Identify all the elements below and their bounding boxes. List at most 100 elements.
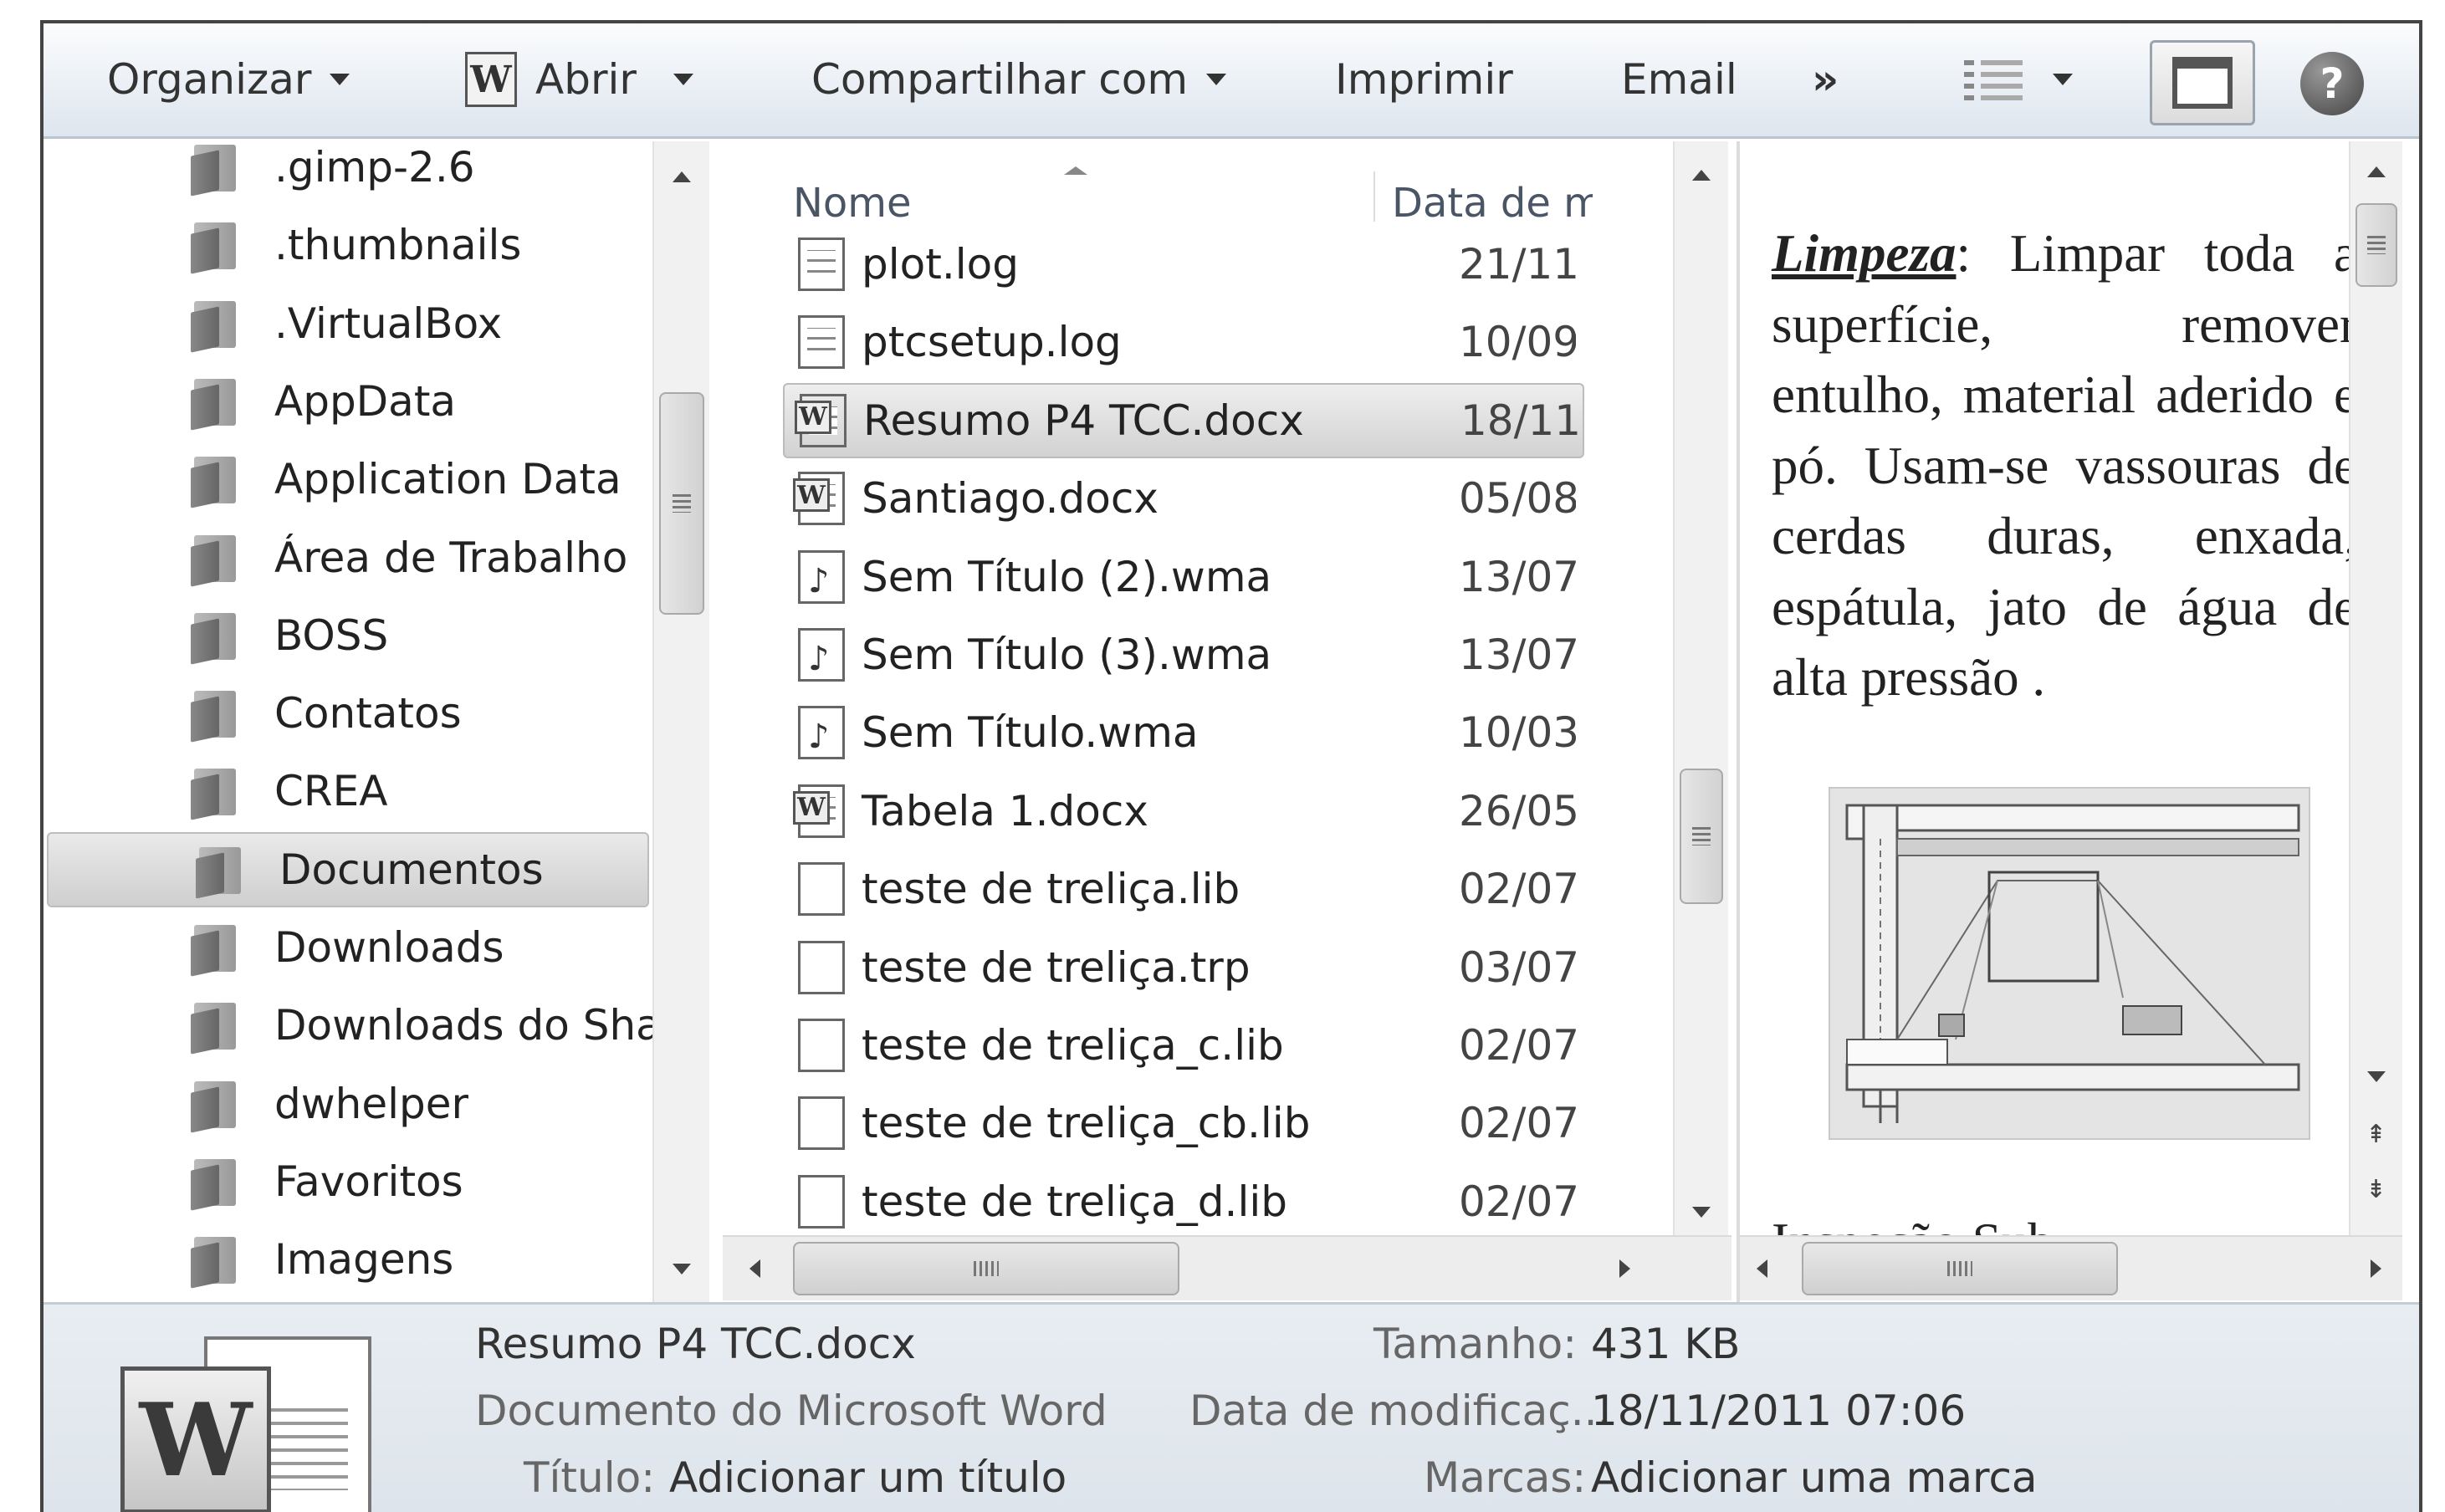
column-header-date[interactable]: Data de m — [1392, 180, 1593, 227]
nav-item[interactable]: .VirtualBox — [43, 286, 662, 361]
chevron-down-icon[interactable] — [673, 74, 693, 85]
more-commands-button[interactable]: » — [1812, 50, 1839, 109]
preview-pane-icon — [2172, 57, 2233, 109]
file-row[interactable]: teste de treliça.lib 02/07/201 — [723, 851, 1584, 927]
contacts-folder-icon — [191, 687, 241, 743]
previous-page-icon[interactable]: ⇞ — [2366, 1120, 2386, 1149]
folder-icon — [191, 298, 241, 353]
scrollbar-thumb[interactable] — [793, 1242, 1179, 1295]
nav-item-label: Imagens — [274, 1235, 454, 1285]
scroll-right-icon[interactable] — [2371, 1259, 2381, 1278]
desktop-folder-icon — [191, 532, 241, 587]
scrollbar-thumb[interactable] — [659, 392, 704, 615]
details-tags-field[interactable]: Adicionar uma marca — [1591, 1453, 2038, 1502]
change-view-button[interactable] — [1964, 50, 2073, 109]
scroll-down-icon[interactable] — [673, 1264, 691, 1274]
nav-item[interactable]: AppData — [43, 364, 662, 439]
scrollbar-thumb[interactable] — [2355, 203, 2397, 287]
file-row[interactable]: teste de treliça_c.lib 02/07/201 — [723, 1008, 1584, 1083]
file-name: Sem Título (3).wma — [862, 631, 1272, 679]
nav-item[interactable]: dwhelper — [43, 1066, 662, 1142]
file-row[interactable]: ♪ Sem Título (2).wma 13/07/201 — [723, 539, 1584, 615]
details-file-type: Documento do Microsoft Word — [475, 1387, 1107, 1435]
file-row[interactable]: teste de treliça_d.lib 02/07/201 — [723, 1164, 1584, 1239]
nav-item[interactable]: CREA — [43, 753, 662, 829]
scroll-left-icon[interactable] — [1757, 1259, 1767, 1278]
nav-item[interactable]: .gimp-2.6 — [43, 141, 662, 205]
nav-item[interactable]: .thumbnails — [43, 207, 662, 283]
open-button[interactable]: W Abrir — [465, 50, 693, 109]
file-row[interactable]: W Resumo P4 TCC.docx 18/11/201 — [783, 382, 1584, 458]
file-row[interactable]: ptcsetup.log 10/09/201 — [723, 304, 1584, 380]
nav-item-label: Downloads do Shar — [274, 1001, 662, 1050]
preview-scrollbar[interactable]: ⇞ ⇟ — [2349, 141, 2402, 1235]
file-row[interactable]: teste de treliça_cb.lib 02/07/201 — [723, 1085, 1584, 1161]
details-title-field[interactable]: Adicionar um título — [669, 1453, 1066, 1502]
folder-icon — [191, 1078, 241, 1133]
next-page-icon[interactable]: ⇟ — [2366, 1175, 2386, 1204]
nav-item[interactable]: Contatos — [43, 676, 662, 751]
file-row[interactable]: W Santiago.docx 05/08/201 — [723, 461, 1584, 536]
nav-item[interactable]: Imagens — [43, 1222, 662, 1297]
blank-file-icon — [798, 940, 845, 994]
audio-file-icon: ♪ — [798, 706, 845, 760]
folder-icon — [191, 375, 241, 431]
file-row[interactable]: plot.log 21/11/201 — [723, 227, 1584, 302]
file-row[interactable]: ♪ Sem Título.wma 10/03/201 — [723, 695, 1584, 770]
scroll-right-icon[interactable] — [1619, 1259, 1630, 1278]
details-modified-label: Data de modificaç... — [1189, 1387, 1611, 1435]
column-divider[interactable] — [1373, 171, 1375, 222]
scrollbar-thumb[interactable] — [1680, 769, 1723, 904]
file-row[interactable]: W Tabela 1.docx 26/05/201 — [723, 774, 1584, 849]
nav-item[interactable]: Área de Trabalho — [43, 520, 662, 595]
scroll-up-icon[interactable] — [1692, 170, 1711, 181]
preview-pane-toggle-button[interactable] — [2150, 40, 2255, 125]
chevron-down-icon — [330, 74, 350, 85]
file-row[interactable]: teste de treliça.trp 03/07/201 — [723, 930, 1584, 1005]
print-button[interactable]: Imprimir — [1335, 50, 1513, 109]
file-row[interactable]: ♪ Sem Título (3).wma 13/07/201 — [723, 617, 1584, 692]
file-name: teste de treliça.lib — [862, 865, 1240, 914]
scroll-left-icon[interactable] — [749, 1259, 760, 1278]
preview-horizontal-scrollbar[interactable] — [1740, 1235, 2402, 1300]
blank-file-icon — [798, 862, 845, 917]
file-date-modified: 21/11/201 — [1459, 240, 1576, 289]
share-button[interactable]: Compartilhar com — [811, 50, 1227, 109]
file-name: ptcsetup.log — [862, 318, 1122, 367]
scroll-up-icon[interactable] — [2367, 166, 2386, 177]
navigation-scrollbar[interactable] — [652, 141, 709, 1302]
blank-file-icon — [798, 1096, 845, 1151]
nav-item[interactable]: Downloads do Shar — [43, 988, 662, 1063]
email-button[interactable]: Email — [1621, 50, 1737, 109]
nav-item-label: Área de Trabalho — [274, 533, 628, 582]
folder-icon — [191, 453, 241, 508]
nav-item[interactable]: Favoritos — [43, 1144, 662, 1219]
scroll-up-icon[interactable] — [673, 171, 691, 182]
file-list-scrollbar[interactable] — [1673, 141, 1728, 1235]
nav-item-label: BOSS — [274, 610, 389, 660]
preview-document-text: Limpeza: Limpar toda a superfície, remov… — [1772, 218, 2357, 713]
file-name: Sem Título (2).wma — [862, 552, 1272, 601]
help-button[interactable]: ? — [2300, 52, 2364, 115]
nav-item[interactable]: Documentos — [47, 831, 649, 907]
nav-item-label: AppData — [274, 376, 457, 426]
view-options-icon — [1964, 59, 2023, 100]
nav-item[interactable]: BOSS — [43, 598, 662, 673]
details-size-value: 431 KB — [1591, 1320, 1741, 1368]
file-date-modified: 13/07/201 — [1459, 631, 1576, 679]
column-header-name[interactable]: Nome — [793, 180, 912, 227]
folder-icon — [191, 610, 241, 665]
scroll-down-icon[interactable] — [2367, 1071, 2386, 1082]
nav-item[interactable]: Application Data — [43, 442, 662, 517]
log-file-icon — [798, 315, 845, 370]
help-icon: ? — [2320, 59, 2345, 108]
file-date-modified: 10/03/201 — [1459, 708, 1576, 758]
file-name: teste de treliça_cb.lib — [862, 1099, 1311, 1148]
file-list-horizontal-scrollbar[interactable] — [723, 1235, 1731, 1300]
organize-button[interactable]: Organizar — [107, 50, 350, 109]
scrollbar-thumb[interactable] — [1802, 1242, 2118, 1295]
nav-item-label: Application Data — [274, 455, 621, 504]
nav-item[interactable]: Downloads — [43, 910, 662, 985]
file-name: teste de treliça.trp — [862, 942, 1251, 992]
scroll-down-icon[interactable] — [1692, 1207, 1711, 1218]
